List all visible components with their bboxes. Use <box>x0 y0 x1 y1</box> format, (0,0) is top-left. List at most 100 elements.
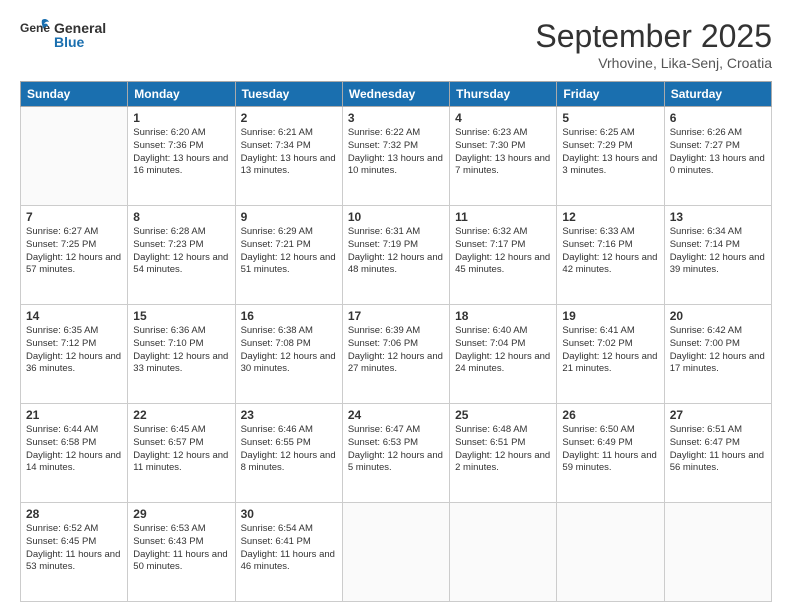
sunset: Sunset: 7:19 PM <box>348 239 418 250</box>
day-cell <box>664 503 771 602</box>
sunrise: Sunrise: 6:41 AM <box>562 325 634 336</box>
day-number: 10 <box>348 210 444 224</box>
daylight: Daylight: 13 hours and 16 minutes. <box>133 153 228 177</box>
sunrise: Sunrise: 6:48 AM <box>455 424 527 435</box>
sunrise: Sunrise: 6:53 AM <box>133 523 205 534</box>
calendar-page: General General Blue September 2025 Vrho… <box>0 0 792 612</box>
sunset: Sunset: 7:21 PM <box>241 239 311 250</box>
sunrise: Sunrise: 6:28 AM <box>133 226 205 237</box>
sunset: Sunset: 7:16 PM <box>562 239 632 250</box>
sunrise: Sunrise: 6:36 AM <box>133 325 205 336</box>
sunset: Sunset: 6:43 PM <box>133 536 203 547</box>
day-cell: 9 Sunrise: 6:29 AM Sunset: 7:21 PM Dayli… <box>235 206 342 305</box>
sunrise: Sunrise: 6:29 AM <box>241 226 313 237</box>
daylight: Daylight: 12 hours and 33 minutes. <box>133 351 228 375</box>
day-number: 21 <box>26 408 122 422</box>
day-cell: 14 Sunrise: 6:35 AM Sunset: 7:12 PM Dayl… <box>21 305 128 404</box>
day-number: 25 <box>455 408 551 422</box>
day-number: 2 <box>241 111 337 125</box>
sunset: Sunset: 7:08 PM <box>241 338 311 349</box>
sunset: Sunset: 7:17 PM <box>455 239 525 250</box>
daylight: Daylight: 13 hours and 10 minutes. <box>348 153 443 177</box>
day-number: 4 <box>455 111 551 125</box>
day-info: Sunrise: 6:33 AM Sunset: 7:16 PM Dayligh… <box>562 226 658 277</box>
day-header-tuesday: Tuesday <box>235 82 342 107</box>
day-cell: 2 Sunrise: 6:21 AM Sunset: 7:34 PM Dayli… <box>235 107 342 206</box>
day-number: 20 <box>670 309 766 323</box>
day-cell: 23 Sunrise: 6:46 AM Sunset: 6:55 PM Dayl… <box>235 404 342 503</box>
day-cell: 15 Sunrise: 6:36 AM Sunset: 7:10 PM Dayl… <box>128 305 235 404</box>
sunset: Sunset: 7:34 PM <box>241 140 311 151</box>
daylight: Daylight: 11 hours and 56 minutes. <box>670 450 764 474</box>
sunset: Sunset: 7:14 PM <box>670 239 740 250</box>
daylight: Daylight: 12 hours and 57 minutes. <box>26 252 121 276</box>
sunset: Sunset: 6:47 PM <box>670 437 740 448</box>
day-number: 7 <box>26 210 122 224</box>
day-number: 17 <box>348 309 444 323</box>
sunset: Sunset: 7:25 PM <box>26 239 96 250</box>
day-number: 29 <box>133 507 229 521</box>
day-cell: 19 Sunrise: 6:41 AM Sunset: 7:02 PM Dayl… <box>557 305 664 404</box>
daylight: Daylight: 12 hours and 36 minutes. <box>26 351 121 375</box>
logo: General General Blue <box>20 18 106 51</box>
day-info: Sunrise: 6:44 AM Sunset: 6:58 PM Dayligh… <box>26 424 122 475</box>
sunrise: Sunrise: 6:47 AM <box>348 424 420 435</box>
day-number: 9 <box>241 210 337 224</box>
sunset: Sunset: 7:23 PM <box>133 239 203 250</box>
day-info: Sunrise: 6:40 AM Sunset: 7:04 PM Dayligh… <box>455 325 551 376</box>
day-info: Sunrise: 6:35 AM Sunset: 7:12 PM Dayligh… <box>26 325 122 376</box>
sunrise: Sunrise: 6:23 AM <box>455 127 527 138</box>
sunrise: Sunrise: 6:40 AM <box>455 325 527 336</box>
sunrise: Sunrise: 6:46 AM <box>241 424 313 435</box>
day-cell: 24 Sunrise: 6:47 AM Sunset: 6:53 PM Dayl… <box>342 404 449 503</box>
day-cell: 10 Sunrise: 6:31 AM Sunset: 7:19 PM Dayl… <box>342 206 449 305</box>
day-number: 5 <box>562 111 658 125</box>
day-header-saturday: Saturday <box>664 82 771 107</box>
sunset: Sunset: 7:29 PM <box>562 140 632 151</box>
sunrise: Sunrise: 6:32 AM <box>455 226 527 237</box>
day-cell: 4 Sunrise: 6:23 AM Sunset: 7:30 PM Dayli… <box>450 107 557 206</box>
day-cell: 21 Sunrise: 6:44 AM Sunset: 6:58 PM Dayl… <box>21 404 128 503</box>
logo-general-text: General <box>54 21 106 35</box>
sunrise: Sunrise: 6:21 AM <box>241 127 313 138</box>
day-number: 24 <box>348 408 444 422</box>
week-row-4: 21 Sunrise: 6:44 AM Sunset: 6:58 PM Dayl… <box>21 404 772 503</box>
day-number: 26 <box>562 408 658 422</box>
sunrise: Sunrise: 6:52 AM <box>26 523 98 534</box>
day-number: 3 <box>348 111 444 125</box>
logo-blue-text: Blue <box>54 35 106 49</box>
daylight: Daylight: 11 hours and 53 minutes. <box>26 549 120 573</box>
day-info: Sunrise: 6:42 AM Sunset: 7:00 PM Dayligh… <box>670 325 766 376</box>
day-info: Sunrise: 6:22 AM Sunset: 7:32 PM Dayligh… <box>348 127 444 178</box>
sunset: Sunset: 6:49 PM <box>562 437 632 448</box>
daylight: Daylight: 12 hours and 14 minutes. <box>26 450 121 474</box>
daylight: Daylight: 12 hours and 2 minutes. <box>455 450 550 474</box>
daylight: Daylight: 12 hours and 30 minutes. <box>241 351 336 375</box>
sunset: Sunset: 6:51 PM <box>455 437 525 448</box>
sunrise: Sunrise: 6:31 AM <box>348 226 420 237</box>
day-cell: 8 Sunrise: 6:28 AM Sunset: 7:23 PM Dayli… <box>128 206 235 305</box>
day-cell: 1 Sunrise: 6:20 AM Sunset: 7:36 PM Dayli… <box>128 107 235 206</box>
sunrise: Sunrise: 6:44 AM <box>26 424 98 435</box>
daylight: Daylight: 12 hours and 48 minutes. <box>348 252 443 276</box>
daylight: Daylight: 11 hours and 50 minutes. <box>133 549 227 573</box>
location: Vrhovine, Lika-Senj, Croatia <box>535 55 772 71</box>
day-number: 12 <box>562 210 658 224</box>
daylight: Daylight: 12 hours and 17 minutes. <box>670 351 765 375</box>
sunset: Sunset: 6:55 PM <box>241 437 311 448</box>
day-number: 30 <box>241 507 337 521</box>
day-info: Sunrise: 6:28 AM Sunset: 7:23 PM Dayligh… <box>133 226 229 277</box>
sunrise: Sunrise: 6:42 AM <box>670 325 742 336</box>
day-info: Sunrise: 6:46 AM Sunset: 6:55 PM Dayligh… <box>241 424 337 475</box>
day-info: Sunrise: 6:26 AM Sunset: 7:27 PM Dayligh… <box>670 127 766 178</box>
day-info: Sunrise: 6:45 AM Sunset: 6:57 PM Dayligh… <box>133 424 229 475</box>
sunset: Sunset: 6:58 PM <box>26 437 96 448</box>
sunrise: Sunrise: 6:50 AM <box>562 424 634 435</box>
calendar-table: SundayMondayTuesdayWednesdayThursdayFrid… <box>20 81 772 602</box>
day-info: Sunrise: 6:38 AM Sunset: 7:08 PM Dayligh… <box>241 325 337 376</box>
sunset: Sunset: 7:02 PM <box>562 338 632 349</box>
svg-text:General: General <box>20 21 50 35</box>
day-info: Sunrise: 6:27 AM Sunset: 7:25 PM Dayligh… <box>26 226 122 277</box>
month-title: September 2025 <box>535 18 772 55</box>
day-info: Sunrise: 6:39 AM Sunset: 7:06 PM Dayligh… <box>348 325 444 376</box>
